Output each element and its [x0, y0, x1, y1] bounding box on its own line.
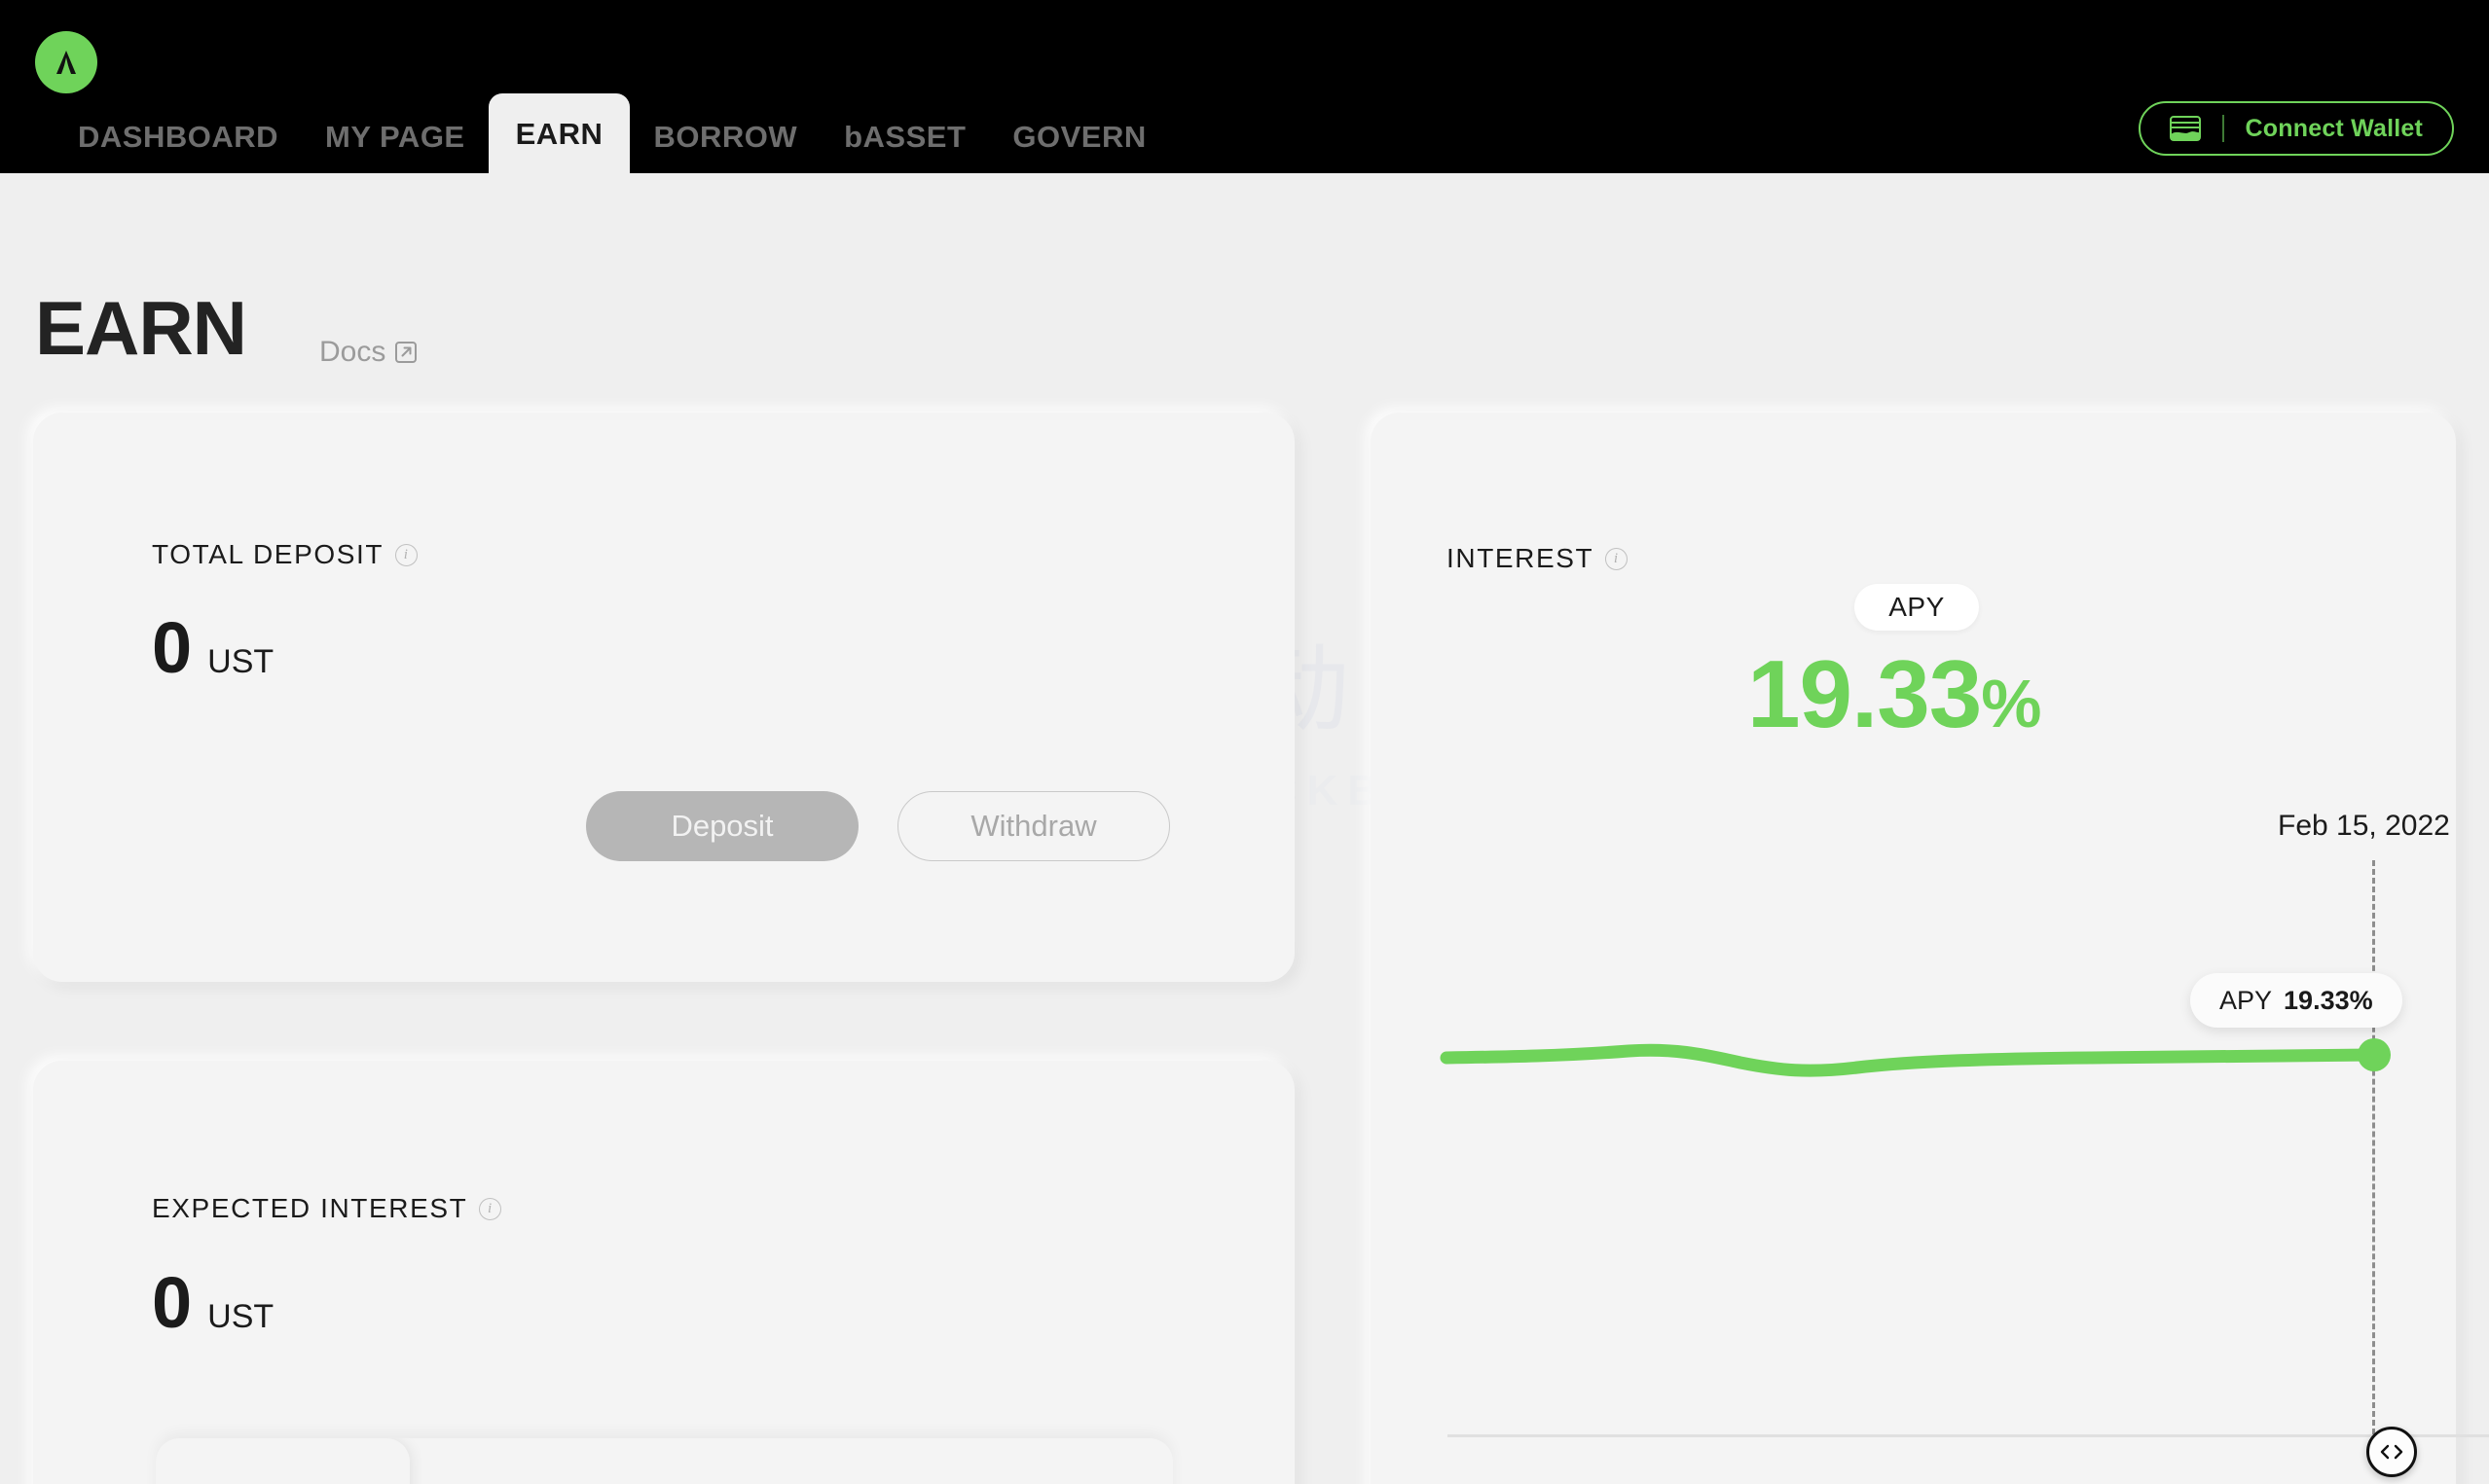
expected-interest-amount-group: 0 UST [152, 1267, 274, 1339]
total-deposit-card: TOTAL DEPOSIT i 0 UST Deposit Withdraw [33, 413, 1295, 982]
period-tab-year[interactable]: YEAR [156, 1438, 411, 1484]
expected-interest-amount: 0 [152, 1262, 193, 1343]
nav-item-my-page[interactable]: MY PAGE [302, 122, 489, 173]
docs-label: Docs [319, 336, 386, 368]
chart-date-label: Feb 15, 2022 [2278, 810, 2450, 842]
expected-interest-card: EXPECTED INTEREST i 0 UST [33, 1061, 1295, 1484]
withdraw-button[interactable]: Withdraw [897, 791, 1170, 861]
code-brackets-icon [2380, 1444, 2403, 1460]
total-deposit-amount: 0 [152, 607, 193, 688]
total-deposit-label-group: TOTAL DEPOSIT i [152, 539, 419, 570]
page-header: EARN Docs Protect Your Deposit Buy UST [0, 173, 2489, 502]
nav-item-basset[interactable]: bASSET [821, 122, 989, 173]
apy-value: 19.33 [1747, 640, 1982, 747]
anchor-protocol-logo[interactable] [35, 31, 97, 93]
total-deposit-unit: UST [207, 643, 275, 680]
deposit-button[interactable]: Deposit [586, 791, 859, 861]
chart-baseline [1447, 1434, 2489, 1437]
wallet-icon [2169, 116, 2201, 141]
interest-card: INTEREST i [1371, 413, 2456, 1484]
interest-label: INTEREST [1446, 543, 1594, 573]
nav-item-dashboard[interactable]: DASHBOARD [55, 122, 302, 173]
apy-badge: APY [1854, 584, 1979, 631]
apy-value-group: 19.33% [1747, 637, 2042, 752]
top-navigation-bar: DASHBOARD MY PAGE EARN BORROW bASSET GOV… [0, 0, 2489, 173]
chart-endpoint-marker [2358, 1038, 2391, 1071]
period-tab-bar: YEAR MONTH WEEK DAY [156, 1438, 1173, 1484]
period-tab-month[interactable]: MONTH [410, 1438, 664, 1484]
info-icon[interactable]: i [479, 1197, 502, 1220]
nav-item-govern[interactable]: GOVERN [989, 122, 1169, 173]
apy-line-chart [1440, 1043, 2379, 1077]
expected-interest-unit: UST [207, 1298, 275, 1335]
apy-percent-sign: % [1981, 666, 2041, 742]
expected-interest-label-group: EXPECTED INTEREST i [152, 1193, 502, 1224]
main-nav: DASHBOARD MY PAGE EARN BORROW bASSET GOV… [0, 93, 1170, 173]
connect-wallet-divider [2221, 115, 2224, 142]
expected-interest-label: EXPECTED INTEREST [152, 1193, 468, 1223]
docs-link[interactable]: Docs [319, 336, 418, 369]
total-deposit-amount-group: 0 UST [152, 612, 274, 684]
nav-item-borrow[interactable]: BORROW [630, 122, 821, 173]
page-title: EARN [35, 285, 247, 371]
period-tab-week[interactable]: WEEK [665, 1438, 919, 1484]
connect-wallet-label: Connect Wallet [2245, 114, 2423, 142]
deposit-actions: Deposit Withdraw [586, 791, 1170, 861]
period-tab-day[interactable]: DAY [919, 1438, 1173, 1484]
info-icon[interactable]: i [395, 543, 419, 566]
nav-item-earn[interactable]: EARN [488, 93, 631, 173]
interest-label-group: INTEREST i [1446, 543, 1629, 574]
external-link-icon [395, 342, 418, 363]
total-deposit-label: TOTAL DEPOSIT [152, 539, 384, 569]
info-icon[interactable]: i [1605, 547, 1629, 570]
code-view-button[interactable] [2366, 1427, 2417, 1477]
connect-wallet-button[interactable]: Connect Wallet [2138, 101, 2454, 156]
